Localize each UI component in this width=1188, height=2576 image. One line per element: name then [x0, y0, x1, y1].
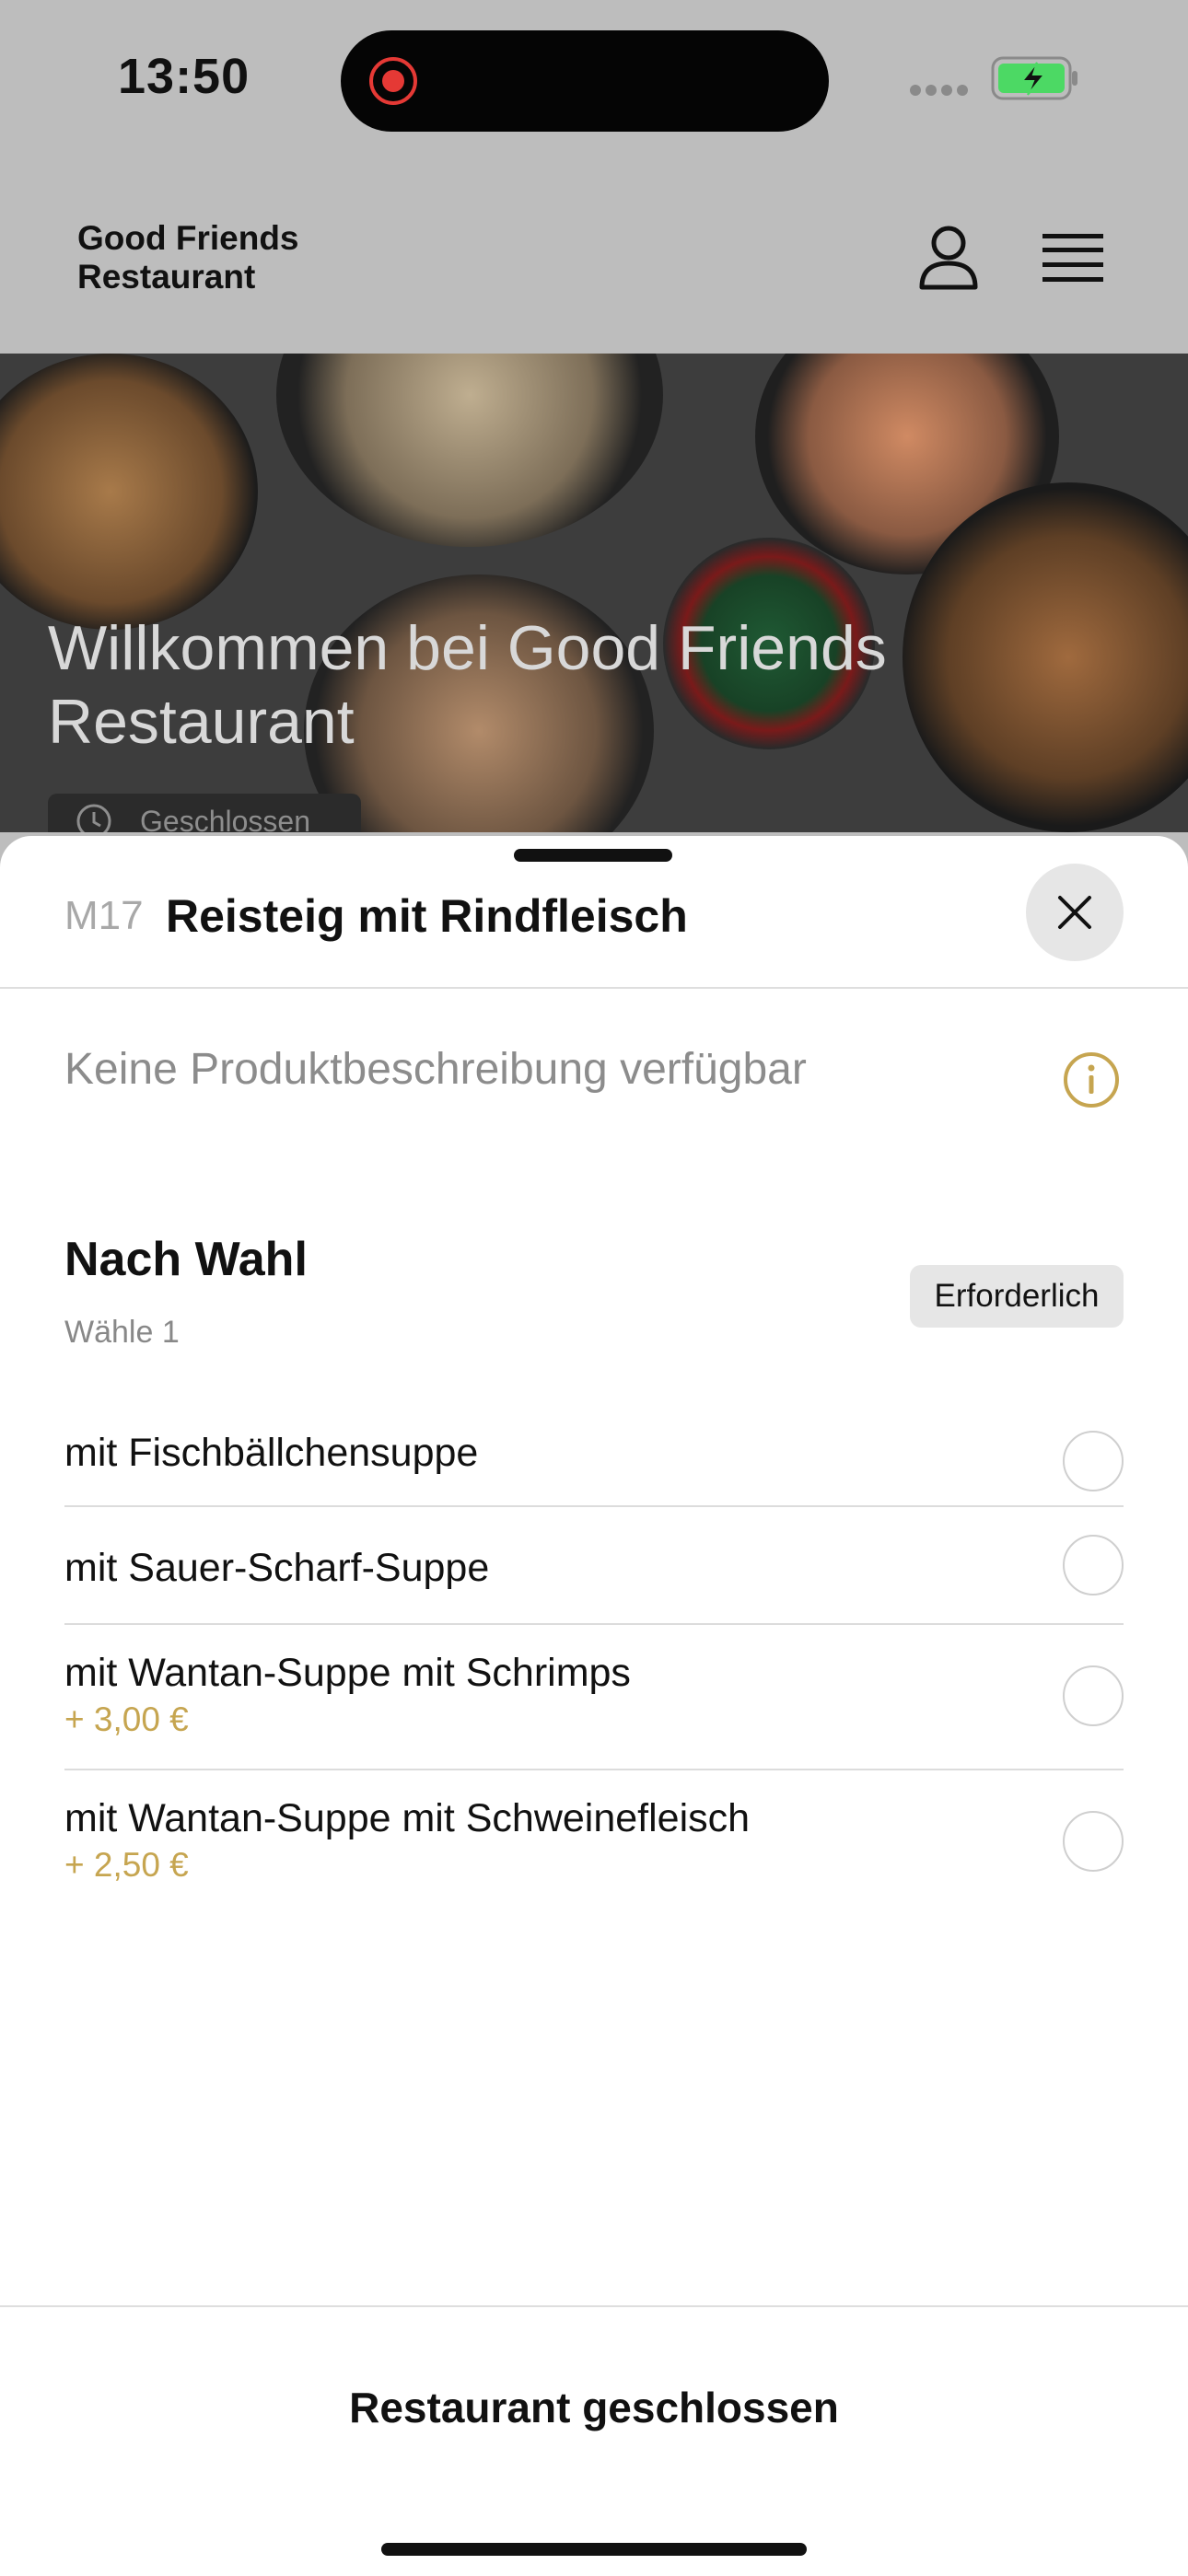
user-account-icon[interactable]: [917, 225, 980, 291]
close-icon: [1058, 896, 1091, 929]
dynamic-island: [341, 30, 829, 132]
battery-charging-icon: [991, 56, 1077, 100]
food-photo-bowl: [0, 354, 258, 630]
product-code: M17: [64, 893, 144, 938]
close-button[interactable]: [1026, 864, 1124, 961]
hero-title: Willkommen bei Good Friends Restaurant: [48, 613, 887, 757]
sheet-header: M17 Reisteig mit Rindfleisch: [0, 836, 1188, 989]
option-label: mit Sauer-Scharf-Suppe: [64, 1546, 490, 1590]
option-row[interactable]: mit Fischbällchensuppe: [64, 1388, 1124, 1507]
option-row[interactable]: mit Wantan-Suppe mit Schweinefleisch + 2…: [64, 1770, 1124, 1914]
required-badge: Erforderlich: [910, 1265, 1124, 1328]
status-time: 13:50: [118, 49, 250, 104]
product-description: Keine Produktbeschreibung verfügbar: [64, 1045, 807, 1094]
option-label: mit Fischbällchensuppe: [64, 1431, 479, 1475]
option-radio[interactable]: [1063, 1811, 1124, 1872]
bottom-action-bar: Restaurant geschlossen: [0, 2305, 1188, 2576]
recording-indicator-icon: [369, 57, 417, 105]
product-title: Reisteig mit Rindfleisch: [166, 890, 688, 942]
restaurant-name[interactable]: Good Friends Restaurant: [77, 219, 446, 296]
option-price: + 3,00 €: [64, 1700, 189, 1738]
hero-banner: Willkommen bei Good Friends Restaurant G…: [0, 354, 1188, 832]
clock-icon: [76, 804, 111, 832]
option-label: mit Wantan-Suppe mit Schrimps: [64, 1651, 631, 1695]
app-header: Good Friends Restaurant: [0, 166, 1188, 354]
cellular-signal-icon: [910, 85, 968, 98]
status-bar: 13:50: [0, 0, 1188, 166]
home-indicator[interactable]: [381, 2543, 807, 2556]
food-photo-bowl: [276, 354, 663, 547]
opening-status-text: Geschlossen: [140, 805, 310, 832]
option-row[interactable]: mit Sauer-Scharf-Suppe: [64, 1507, 1124, 1625]
info-icon[interactable]: [1063, 1051, 1120, 1108]
sheet-grabber[interactable]: [514, 849, 672, 862]
hamburger-menu-icon[interactable]: [1042, 232, 1103, 284]
option-price: + 2,50 €: [64, 1846, 189, 1884]
option-list: mit Fischbällchensuppe mit Sauer-Scharf-…: [64, 1388, 1124, 1914]
option-radio[interactable]: [1063, 1665, 1124, 1726]
option-group-title: Nach Wahl: [64, 1233, 308, 1286]
restaurant-closed-label: Restaurant geschlossen: [349, 2384, 839, 2431]
option-label: mit Wantan-Suppe mit Schweinefleisch: [64, 1796, 751, 1840]
opening-status-badge: Geschlossen: [48, 794, 361, 832]
option-radio[interactable]: [1063, 1431, 1124, 1491]
option-group-subtitle: Wähle 1: [64, 1315, 180, 1350]
option-radio[interactable]: [1063, 1535, 1124, 1595]
option-row[interactable]: mit Wantan-Suppe mit Schrimps + 3,00 €: [64, 1625, 1124, 1770]
